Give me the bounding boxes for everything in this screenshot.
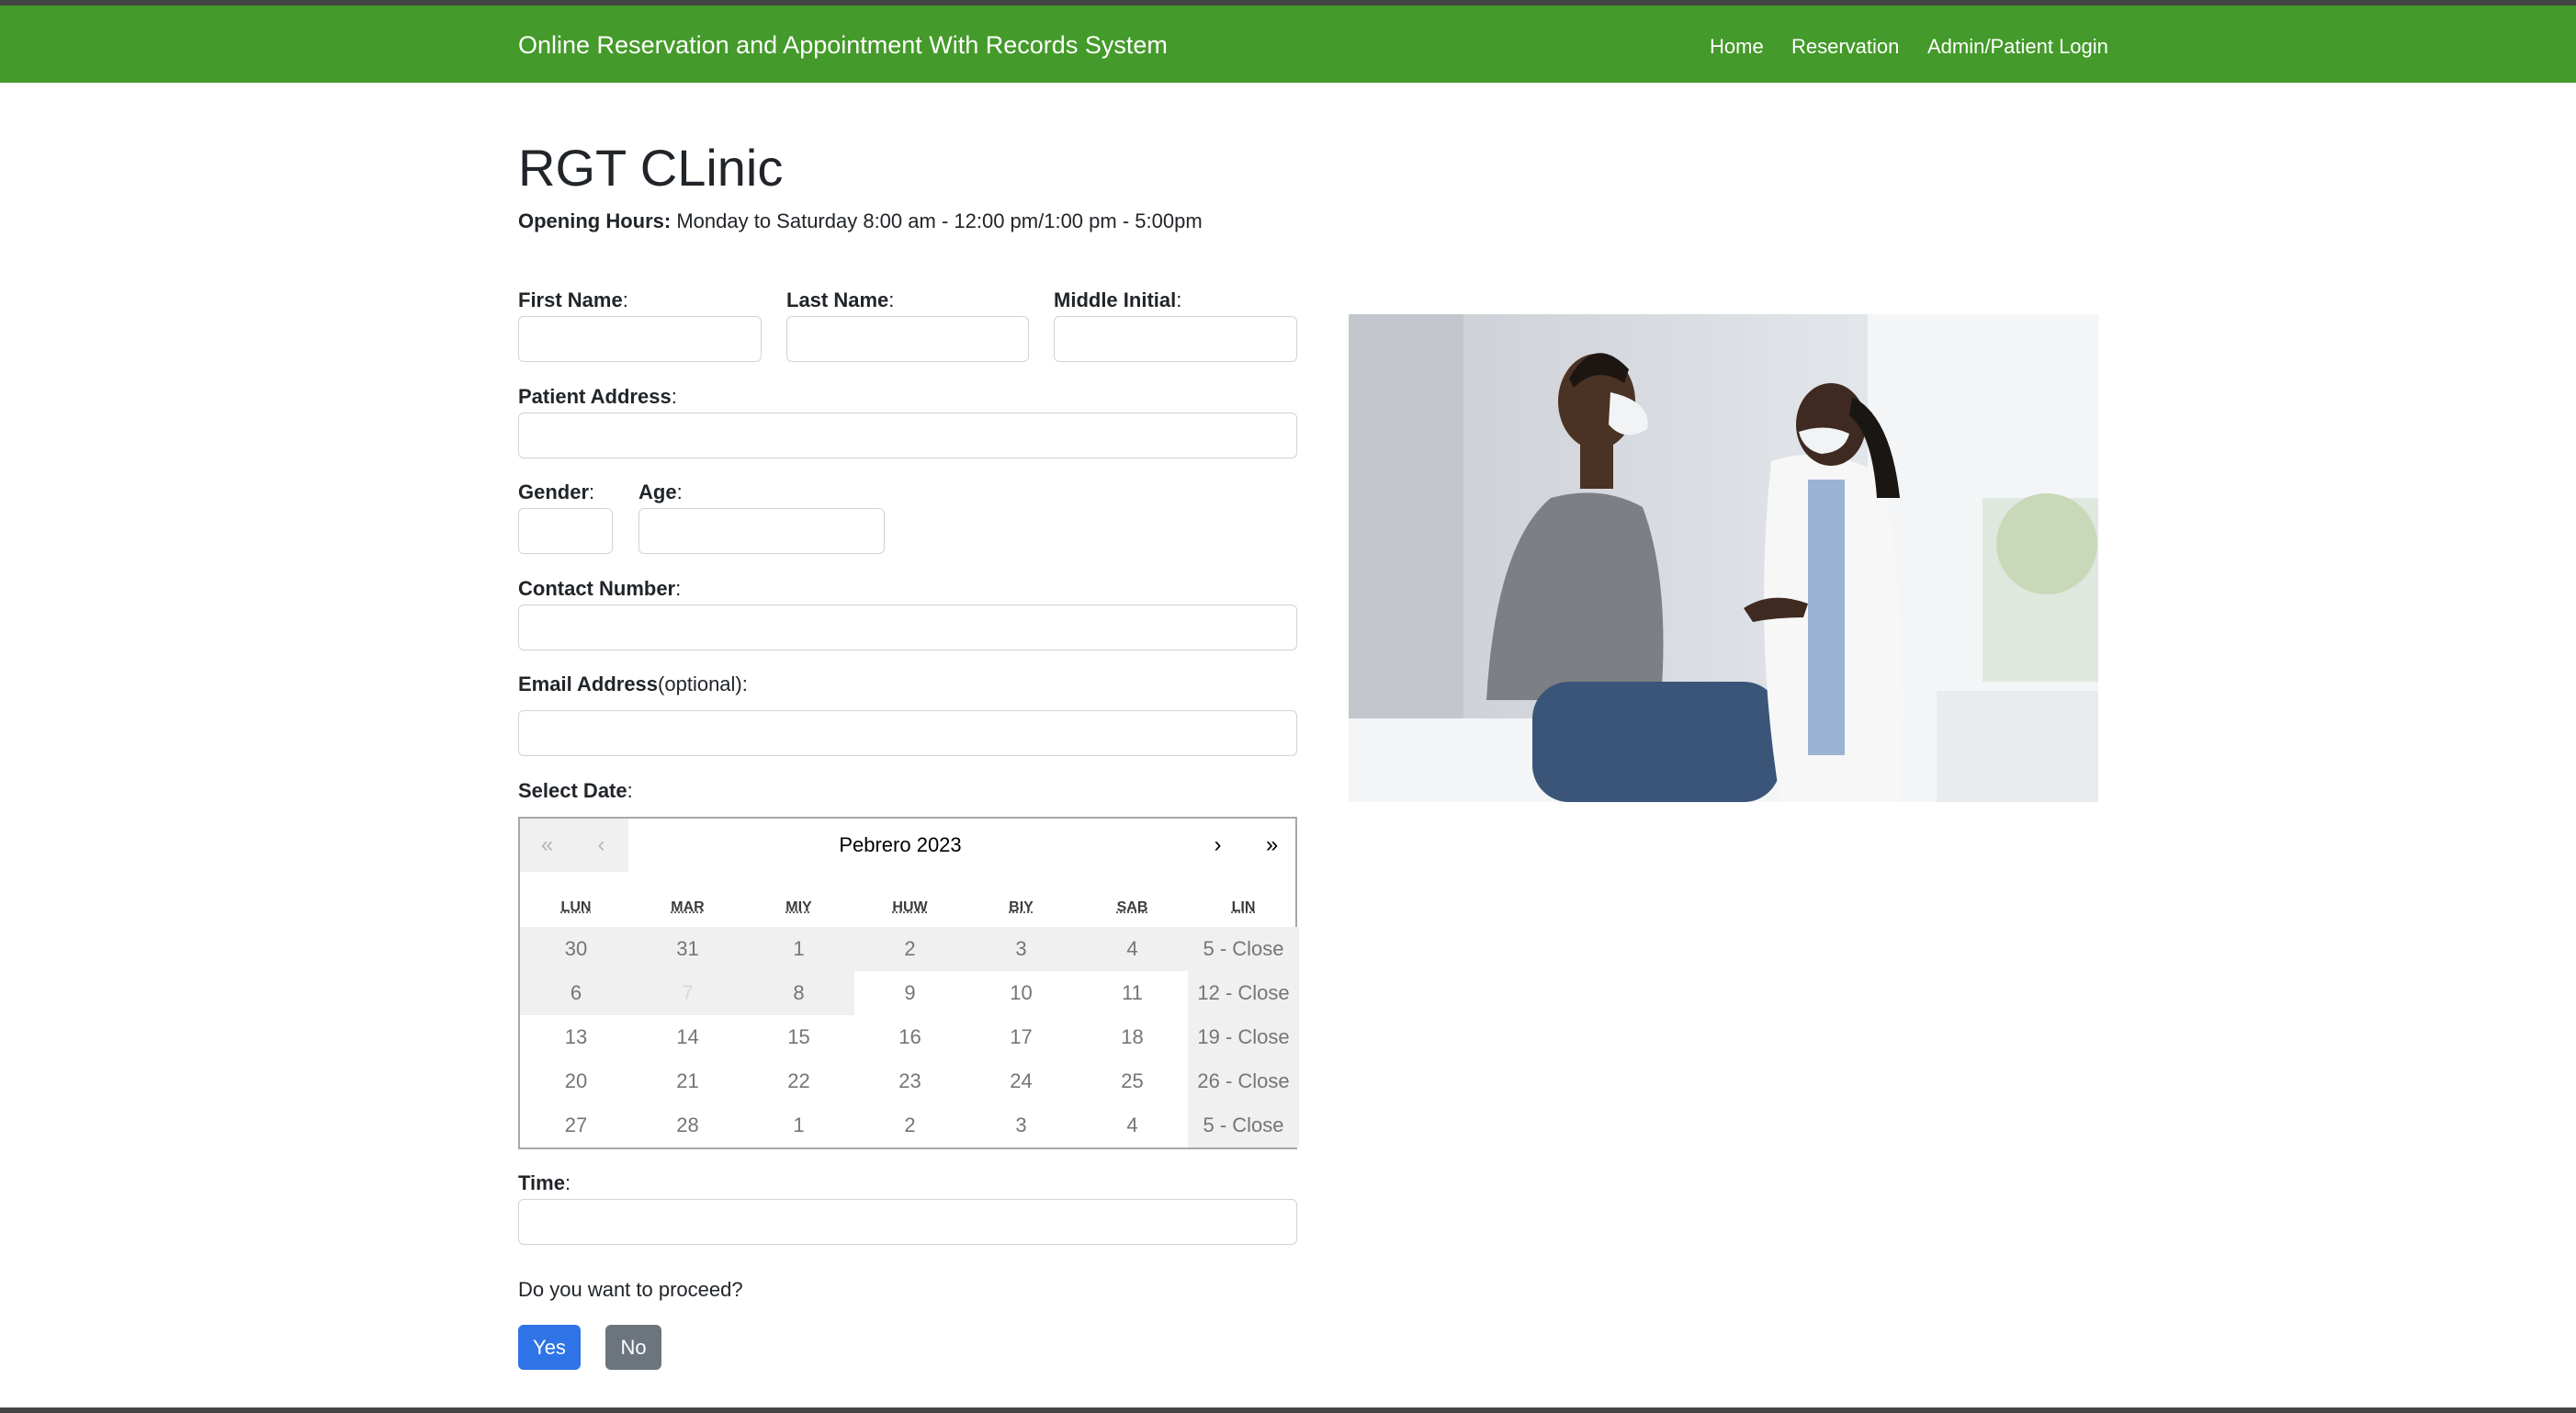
middle-initial-input[interactable] — [1054, 316, 1297, 362]
calendar-day[interactable]: 27 — [520, 1103, 632, 1147]
calendar-day[interactable]: 8 — [743, 971, 854, 1015]
weekday-header-mon: LUN — [560, 899, 592, 915]
no-button[interactable]: No — [605, 1325, 661, 1370]
calendar-day[interactable]: 4 — [1077, 927, 1188, 971]
time-input[interactable] — [518, 1199, 1297, 1245]
proceed-question: Do you want to proceed? — [518, 1278, 743, 1301]
age-label: Age: — [638, 480, 683, 503]
calendar-day[interactable]: 25 — [1077, 1059, 1188, 1103]
calendar-day[interactable]: 24 — [966, 1059, 1077, 1103]
calendar-day[interactable]: 13 — [520, 1015, 632, 1059]
nav-link-login[interactable]: Admin/Patient Login — [1927, 35, 2108, 59]
calendar-day[interactable]: 18 — [1077, 1015, 1188, 1059]
gender-label: Gender: — [518, 480, 595, 503]
weekday-header-fri: BIY — [1009, 899, 1034, 915]
calendar-day[interactable]: 31 — [632, 927, 743, 971]
time-label: Time: — [518, 1171, 571, 1194]
calendar-day[interactable]: 10 — [966, 971, 1077, 1015]
weekday-header-sat: SAB — [1116, 899, 1148, 915]
calendar-day[interactable]: 5 - Close — [1188, 1103, 1299, 1147]
weekday-header-sun: LIN — [1231, 899, 1256, 915]
last-name-input[interactable] — [786, 316, 1029, 362]
email-input[interactable] — [518, 710, 1297, 756]
weekday-header-wed: MIY — [785, 899, 812, 915]
calendar-day[interactable]: 20 — [520, 1059, 632, 1103]
calendar-day[interactable]: 3 — [966, 927, 1077, 971]
contact-input[interactable] — [518, 605, 1297, 650]
calendar-day[interactable]: 11 — [1077, 971, 1188, 1015]
calendar-day[interactable]: 3 — [966, 1103, 1077, 1147]
gender-input[interactable] — [518, 508, 613, 554]
prev-year-button[interactable]: « — [520, 819, 574, 872]
first-name-label: First Name: — [518, 288, 628, 311]
clinic-title: RGT CLinic — [518, 139, 784, 197]
calendar-day[interactable]: 9 — [854, 971, 966, 1015]
last-name-label: Last Name: — [786, 288, 895, 311]
doctor-patient-photo — [1349, 314, 2098, 802]
calendar-day[interactable]: 7 — [632, 971, 743, 1015]
yes-button[interactable]: Yes — [518, 1325, 581, 1370]
email-label: Email Address(optional): — [518, 673, 748, 695]
prev-month-button[interactable]: ‹ — [574, 819, 628, 872]
address-label: Patient Address: — [518, 385, 677, 408]
calendar-day[interactable]: 2 — [854, 927, 966, 971]
opening-hours-text: Monday to Saturday 8:00 am - 12:00 pm/1:… — [671, 209, 1203, 232]
age-input[interactable] — [638, 508, 885, 554]
calendar-month-label[interactable]: Pebrero 2023 — [628, 819, 1172, 872]
next-month-button[interactable]: › — [1191, 819, 1245, 872]
calendar-day[interactable]: 5 - Close — [1188, 927, 1299, 971]
weekday-header-tue: MAR — [671, 899, 705, 915]
calendar-day[interactable]: 4 — [1077, 1103, 1188, 1147]
weekday-header-thu: HUW — [892, 899, 928, 915]
calendar-day[interactable]: 16 — [854, 1015, 966, 1059]
address-input[interactable] — [518, 413, 1297, 458]
calendar-day[interactable]: 2 — [854, 1103, 966, 1147]
navbar: Online Reservation and Appointment With … — [0, 6, 2576, 83]
calendar-day[interactable]: 28 — [632, 1103, 743, 1147]
date-calendar: « ‹ Pebrero 2023 › » LUN MAR MIY HUW BIY SAB L… — [518, 817, 1299, 1149]
calendar-day[interactable]: 22 — [743, 1059, 854, 1103]
opening-hours-label: Opening Hours: — [518, 209, 672, 232]
calendar-day[interactable]: 15 — [743, 1015, 854, 1059]
calendar-day[interactable]: 26 - Close — [1188, 1059, 1299, 1103]
next-year-button[interactable]: » — [1245, 819, 1299, 872]
calendar-day[interactable]: 1 — [743, 927, 854, 971]
calendar-day[interactable]: 1 — [743, 1103, 854, 1147]
calendar-day[interactable]: 19 - Close — [1188, 1015, 1299, 1059]
calendar-day[interactable]: 12 - Close — [1188, 971, 1299, 1015]
nav-link-home[interactable]: Home — [1710, 35, 1764, 59]
calendar-day[interactable]: 23 — [854, 1059, 966, 1103]
calendar-day[interactable]: 6 — [520, 971, 632, 1015]
date-label: Select Date: — [518, 779, 633, 802]
calendar-day[interactable]: 17 — [966, 1015, 1077, 1059]
calendar-day[interactable]: 21 — [632, 1059, 743, 1103]
calendar-day[interactable]: 30 — [520, 927, 632, 971]
middle-initial-label: Middle Initial: — [1054, 288, 1182, 311]
site-brand[interactable]: Online Reservation and Appointment With … — [518, 31, 1168, 60]
bottom-border — [0, 1407, 2576, 1413]
first-name-input[interactable] — [518, 316, 762, 362]
opening-hours: Opening Hours: Monday to Saturday 8:00 a… — [518, 209, 1203, 233]
calendar-day[interactable]: 14 — [632, 1015, 743, 1059]
nav-link-reservation[interactable]: Reservation — [1791, 35, 1899, 59]
contact-label: Contact Number: — [518, 577, 682, 600]
